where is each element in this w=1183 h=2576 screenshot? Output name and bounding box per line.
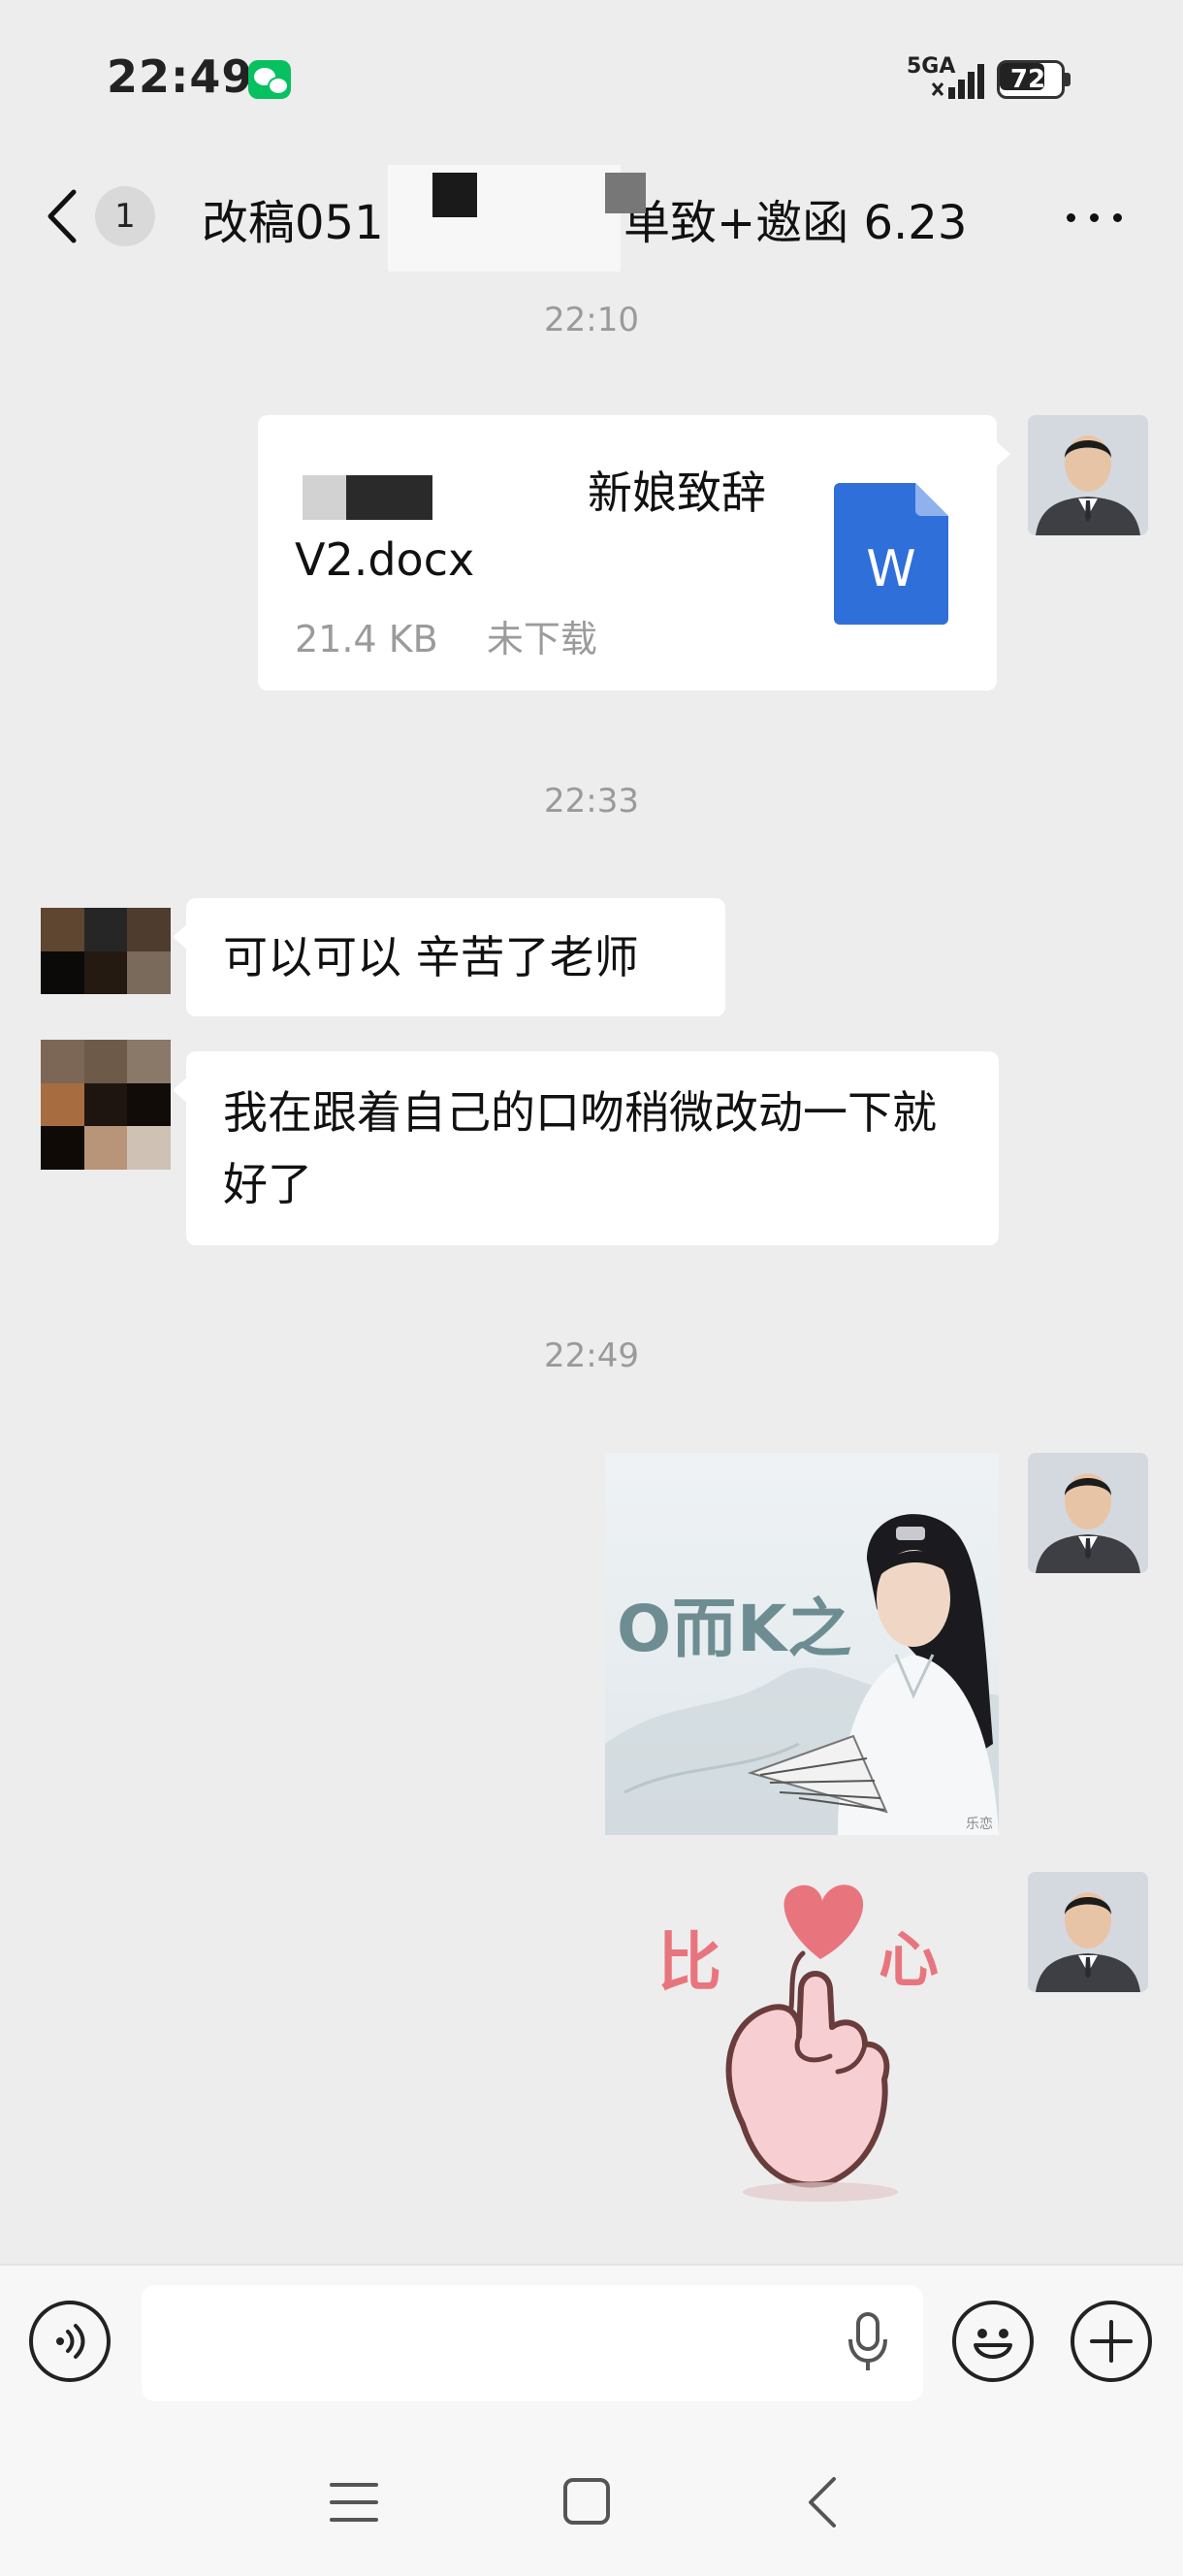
chat-title-start: 改稿051	[202, 196, 384, 250]
battery-level: 72	[1009, 65, 1046, 94]
sticker-text-right: 心	[879, 1924, 940, 1995]
avatar-me[interactable]	[1028, 1872, 1148, 1992]
file-status: 未下载	[486, 618, 597, 660]
chevron-left-icon[interactable]	[39, 184, 87, 248]
status-time: 22:49	[107, 50, 254, 103]
signal-icon	[931, 64, 984, 99]
plus-icon[interactable]	[1071, 2301, 1152, 2382]
redaction-block	[605, 173, 646, 213]
unread-count-badge[interactable]: 1	[95, 186, 155, 246]
file-message[interactable]: 新娘致辞 V2.docx 21.4 KB 未下载 W	[258, 415, 1010, 691]
timestamp: 22:10	[544, 301, 639, 339]
file-title-line1: 新娘致辞	[588, 467, 766, 519]
back-nav-icon[interactable]	[803, 2475, 842, 2529]
menu-icon[interactable]	[330, 2481, 378, 2524]
more-dots-icon[interactable]	[1067, 206, 1125, 227]
redaction-mask	[442, 450, 588, 528]
voice-icon[interactable]	[29, 2301, 111, 2382]
chat-title-end: 单致+邀函 6.23	[623, 196, 968, 250]
home-icon[interactable]	[562, 2477, 611, 2526]
sticker-text-left: 比	[657, 1925, 721, 2000]
message-bubble[interactable]: 可以可以 辛苦了老师	[173, 898, 725, 1016]
timestamp: 22:33	[544, 782, 639, 821]
message-text: 可以可以 辛苦了老师	[223, 931, 639, 983]
sticker-ok[interactable]: O而K之 乐恋	[605, 1453, 999, 1835]
redaction-mask	[388, 165, 621, 272]
file-meta: 21.4 KB 未下载	[295, 609, 597, 662]
avatar-me[interactable]	[1028, 1453, 1148, 1573]
wechat-icon	[248, 60, 291, 99]
microphone-icon[interactable]	[844, 2310, 892, 2374]
sticker-text: O而K之	[617, 1592, 853, 1666]
file-title-line2: V2.docx	[295, 533, 475, 586]
redaction-block	[432, 173, 477, 217]
file-size: 21.4 KB	[295, 618, 438, 660]
battery-icon: 72	[997, 60, 1071, 99]
word-doc-icon: W	[834, 483, 948, 625]
avatar-me[interactable]	[1028, 415, 1148, 535]
sticker-heart[interactable]: 比 心	[646, 1872, 995, 2221]
avatar-contact[interactable]	[41, 1040, 171, 1170]
timestamp: 22:49	[544, 1336, 639, 1375]
avatar-contact[interactable]	[41, 908, 171, 1038]
message-bubble[interactable]: 我在跟着自己的口吻稍微改动一下就好了	[173, 1051, 999, 1245]
emoji-icon[interactable]	[952, 2301, 1034, 2382]
message-input[interactable]	[142, 2285, 923, 2401]
sticker-watermark: 乐恋	[966, 1817, 993, 1832]
svg-text:W: W	[866, 540, 915, 598]
message-text: 我在跟着自己的口吻稍微改动一下就好了	[223, 1086, 937, 1210]
redaction-pixels	[303, 475, 432, 520]
